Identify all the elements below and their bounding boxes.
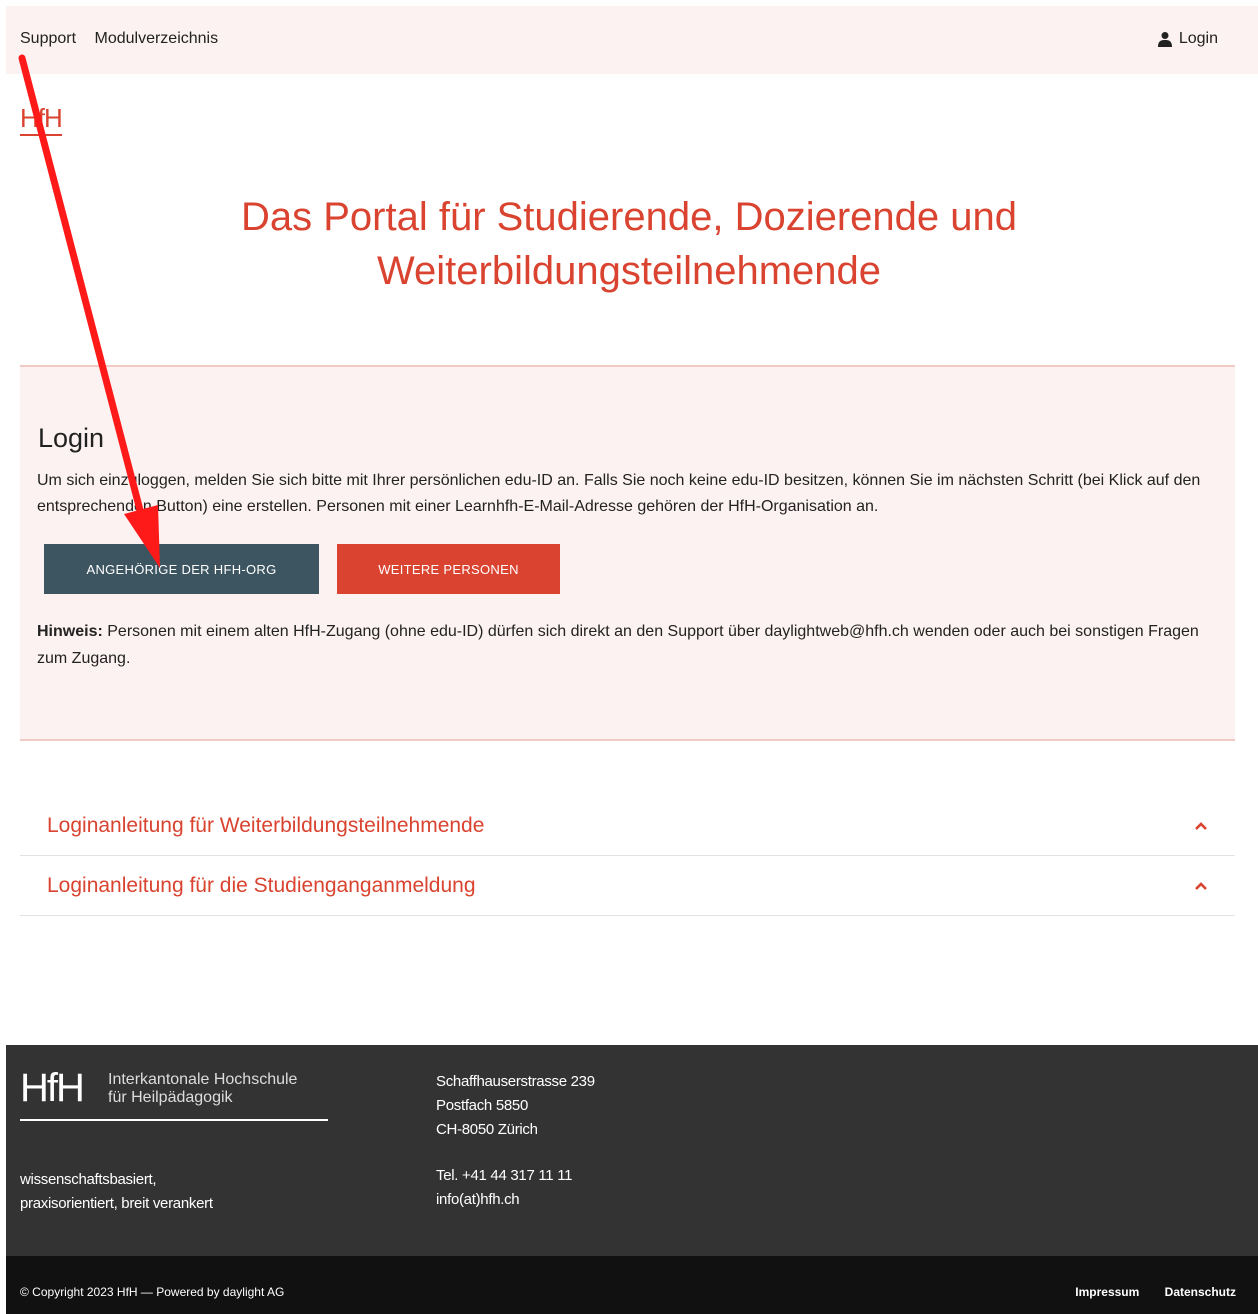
login-link[interactable]: Login bbox=[1157, 30, 1218, 48]
contact-email[interactable]: info(at)hfh.ch bbox=[436, 1191, 520, 1208]
hfh-logo[interactable]: HfH bbox=[20, 104, 63, 136]
address-postbox: Postfach 5850 bbox=[436, 1097, 529, 1114]
accordion-item-label: Loginanleitung für Weiterbildungsteilneh… bbox=[47, 813, 485, 837]
login-hint: Hinweis: Personen mit einem alten HfH-Zu… bbox=[37, 618, 1217, 672]
legal-links: Impressum Datenschutz bbox=[1053, 1285, 1236, 1299]
copyright-text: © Copyright 2023 HfH — Powered by daylig… bbox=[20, 1285, 285, 1299]
footer-logo-name-line1: Interkantonale Hochschule bbox=[108, 1071, 298, 1088]
chevron-up-icon bbox=[1195, 881, 1207, 890]
impressum-link[interactable]: Impressum bbox=[1075, 1285, 1139, 1299]
chevron-up-icon bbox=[1195, 821, 1207, 830]
top-nav: Support Modulverzeichnis bbox=[20, 30, 232, 48]
login-description: Um sich einzuloggen, melden Sie sich bit… bbox=[37, 472, 1201, 515]
address-city: CH-8050 Zürich bbox=[436, 1121, 538, 1138]
footer: HfH Interkantonale Hochschule für Heilpä… bbox=[6, 1045, 1258, 1256]
footer-tagline: wissenschaftsbasiert, praxisorientiert, … bbox=[20, 1168, 213, 1216]
login-panel: Login Um sich einzuloggen, melden Sie si… bbox=[20, 365, 1235, 741]
hint-text: Personen mit einem alten HfH-Zugang (ohn… bbox=[37, 623, 1199, 667]
tagline-line2: praxisorientiert, breit verankert bbox=[20, 1195, 213, 1212]
footer-address: Schaffhauserstrasse 239 Postfach 5850 CH… bbox=[436, 1070, 595, 1142]
bottom-bar: © Copyright 2023 HfH — Powered by daylig… bbox=[6, 1256, 1258, 1314]
footer-logo-mark: HfH bbox=[20, 1066, 85, 1110]
tagline-line1: wissenschaftsbasiert, bbox=[20, 1171, 157, 1188]
accordion-item-studiengang[interactable]: Loginanleitung für die Studienganganmeld… bbox=[20, 856, 1235, 916]
address-street: Schaffhauserstrasse 239 bbox=[436, 1073, 595, 1090]
footer-logo-name: Interkantonale Hochschule für Heilpädago… bbox=[108, 1071, 297, 1107]
user-icon bbox=[1157, 32, 1172, 47]
datenschutz-link[interactable]: Datenschutz bbox=[1165, 1285, 1236, 1299]
nav-modulverzeichnis-link[interactable]: Modulverzeichnis bbox=[95, 30, 219, 47]
page-title-line1: Das Portal für Studierende, Dozierende u… bbox=[240, 195, 1017, 239]
page-title: Das Portal für Studierende, Dozierende u… bbox=[0, 190, 1258, 298]
hfh-org-login-button[interactable]: ANGEHÖRIGE DER HFH-ORG bbox=[44, 544, 319, 594]
hint-label: Hinweis: bbox=[37, 623, 103, 640]
footer-logo: HfH Interkantonale Hochschule für Heilpä… bbox=[20, 1066, 328, 1121]
page-title-line2: Weiterbildungsteilnehmende bbox=[376, 249, 882, 293]
accordion-item-weiterbildung[interactable]: Loginanleitung für Weiterbildungsteilneh… bbox=[20, 796, 1235, 856]
accordion-item-label: Loginanleitung für die Studienganganmeld… bbox=[47, 873, 476, 897]
nav-support-link[interactable]: Support bbox=[20, 30, 76, 47]
login-guide-accordion: Loginanleitung für Weiterbildungsteilneh… bbox=[20, 796, 1235, 916]
login-heading: Login bbox=[38, 423, 105, 453]
footer-logo-name-line2: für Heilpädagogik bbox=[108, 1089, 233, 1106]
contact-phone[interactable]: Tel. +41 44 317 11 11 bbox=[436, 1167, 572, 1184]
footer-contact: Tel. +41 44 317 11 11 info(at)hfh.ch bbox=[436, 1164, 572, 1212]
other-persons-login-button[interactable]: WEITERE PERSONEN bbox=[337, 544, 560, 594]
login-link-label: Login bbox=[1178, 30, 1218, 47]
top-bar: Support Modulverzeichnis Login bbox=[6, 6, 1258, 74]
